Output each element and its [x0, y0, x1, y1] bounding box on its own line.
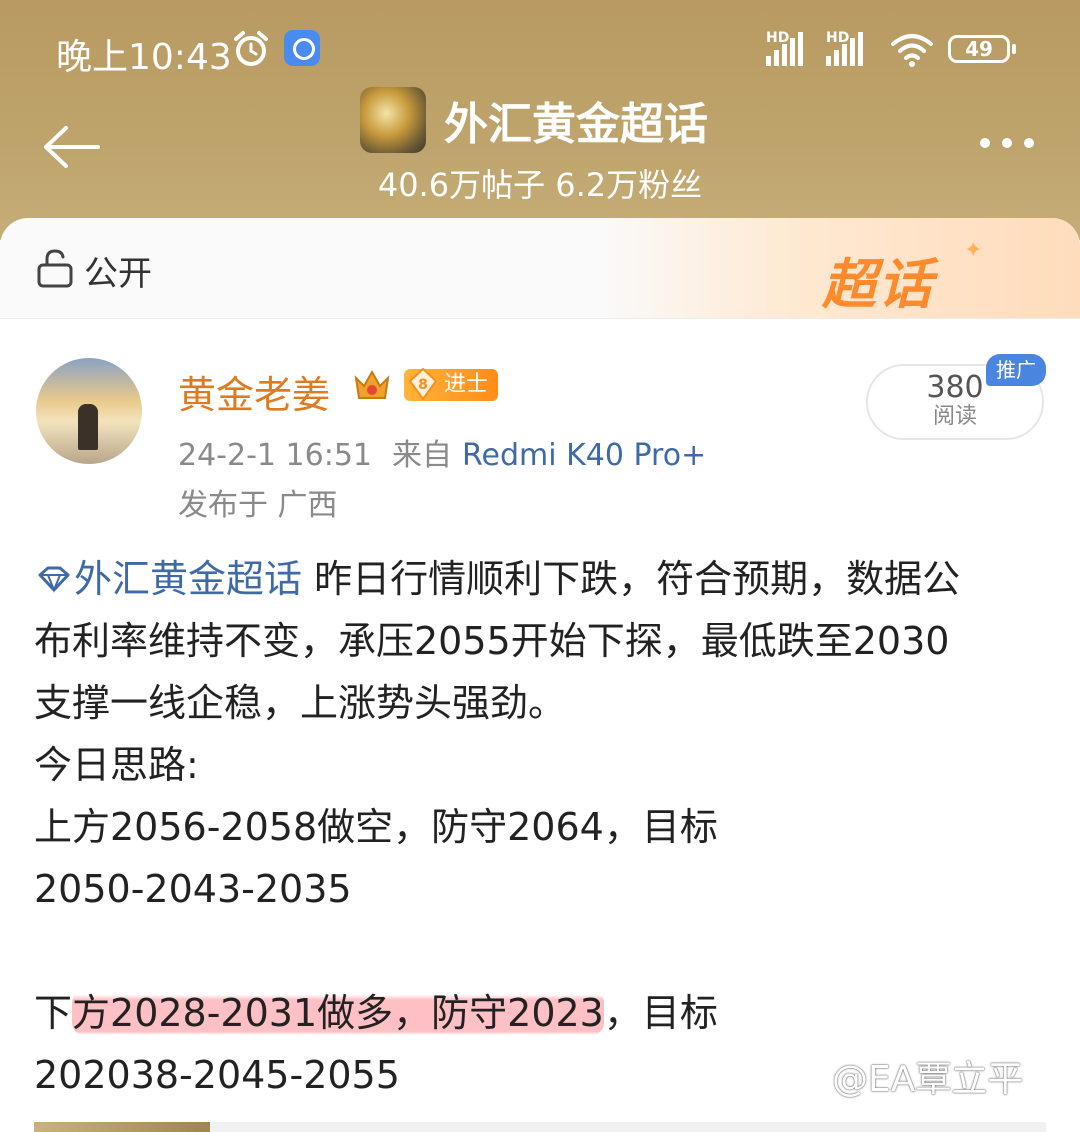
highlighted-text: 方2028-2031做多，防守2023	[72, 991, 604, 1035]
sparkle-icon: ✦	[964, 238, 983, 263]
content-text: 下	[34, 991, 73, 1035]
signal-icon: HD	[766, 30, 803, 66]
post-meta: 24-2-1 16:51 来自 Redmi K40 Pro+	[178, 430, 706, 474]
battery-icon: 49	[948, 35, 1016, 63]
status-time: 晚上10:43	[56, 37, 232, 78]
content-line-2: 布利率维持不变，承压2055开始下探，最低跌至2030	[34, 619, 950, 663]
diamond-icon	[38, 566, 70, 593]
signal-hd-label-2: HD	[826, 30, 850, 46]
content-text: 昨日行情顺利下跌，符合预期，数据公	[302, 557, 961, 601]
topic-header: 晚上10:43 HD HD 49 外汇黄金超话 40.6万帖子 6.2万粉丝	[0, 0, 1080, 240]
author-name[interactable]: 黄金老姜	[178, 364, 330, 419]
content-line-8: 下方2028-2031做多，防守2023，目标	[34, 982, 1044, 1044]
device-link[interactable]: Redmi K40 Pro+	[462, 438, 706, 473]
content-text: ，目标	[603, 991, 718, 1035]
content-line-1: 外汇黄金超话 昨日行情顺利下跌，符合预期，数据公	[34, 548, 1044, 610]
post-time: 24-2-1 16:51	[178, 438, 372, 473]
content-line-5: 上方2056-2058做空，防守2064，目标	[34, 805, 718, 849]
watermark: @EA覃立平	[832, 1059, 1024, 1100]
rank-badge: 8 进士	[404, 367, 499, 401]
topic-link[interactable]: 外汇黄金超话	[74, 557, 302, 601]
vip-crown-icon	[354, 369, 390, 399]
rank-label: 进士	[444, 372, 489, 397]
content-line-4: 今日思路:	[34, 743, 199, 787]
content-line-3: 支撑一线企稳，上涨势头强劲。	[34, 681, 567, 725]
more-icon[interactable]	[980, 138, 1034, 148]
post-location: 发布于 广西	[178, 488, 338, 523]
post-image-thumbnail[interactable]	[34, 1122, 210, 1132]
avatar[interactable]	[36, 358, 142, 464]
from-label: 来自	[392, 438, 452, 473]
topic-logo	[360, 87, 426, 153]
read-label: 阅读	[932, 404, 977, 429]
post-content: 外汇黄金超话 昨日行情顺利下跌，符合预期，数据公 布利率维持不变，承压2055开…	[34, 548, 1044, 1106]
rank-level: 8	[418, 377, 428, 393]
chaohua-logo: 超话	[822, 253, 934, 316]
topic-stats: 40.6万帖子 6.2万粉丝	[377, 166, 703, 204]
visibility-label: 公开	[84, 254, 152, 294]
topic-title: 外汇黄金超话	[444, 99, 708, 150]
signal-hd-label: HD	[766, 30, 790, 46]
signal-icon-2: HD	[826, 30, 863, 66]
wifi-icon	[891, 34, 933, 67]
content-line-6: 2050-2043-2035	[34, 867, 352, 911]
visibility-bar: 公开 超话 ✦	[0, 218, 1080, 319]
promo-tag[interactable]: 推广	[986, 354, 1046, 386]
alarm-icon	[234, 31, 268, 66]
unlock-icon	[37, 249, 73, 288]
rank-level-icon: 8	[408, 367, 438, 401]
post-image-area	[210, 1122, 1046, 1132]
app-notification-icon	[284, 30, 320, 66]
